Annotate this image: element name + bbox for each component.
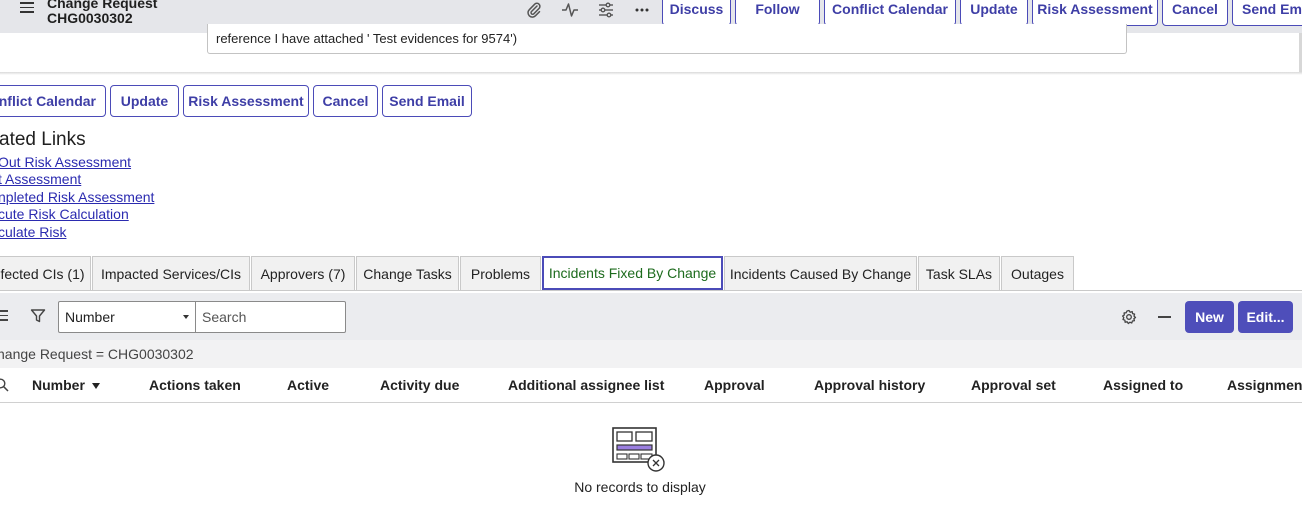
more-options-icon[interactable] xyxy=(633,1,651,19)
form-section-divider xyxy=(0,72,1302,75)
conflict-calendar-button[interactable]: Conflict Calendar xyxy=(824,0,956,26)
tab-outages[interactable]: Outages xyxy=(1001,256,1074,290)
record-number: CHG0030302 xyxy=(47,10,133,26)
column-approval-history[interactable]: Approval history xyxy=(814,377,925,393)
column-active[interactable]: Active xyxy=(287,377,329,393)
cancel-button-bottom[interactable]: Cancel xyxy=(313,85,378,117)
column-number[interactable]: Number xyxy=(32,377,100,393)
search-field-select[interactable]: Number xyxy=(58,301,196,333)
send-email-button[interactable]: Send Emai xyxy=(1232,0,1302,26)
related-link-completed-risk-assessment[interactable]: npleted Risk Assessment xyxy=(0,189,154,206)
hamburger-menu-icon[interactable] xyxy=(20,2,34,13)
related-link-risk-assessment[interactable]: t Assessment xyxy=(0,171,81,188)
filter-icon[interactable] xyxy=(30,308,46,324)
notes-textarea[interactable]: reference I have attached ' Test evidenc… xyxy=(207,24,1127,54)
paperclip-icon[interactable] xyxy=(525,1,543,19)
search-icon[interactable] xyxy=(0,378,9,392)
column-activity-due[interactable]: Activity due xyxy=(380,377,459,393)
search-input[interactable] xyxy=(196,301,346,333)
tab-incidents-caused-by-change[interactable]: Incidents Caused By Change xyxy=(724,256,917,290)
filter-breadcrumb: nange Request = CHG0030302 xyxy=(0,340,1302,368)
sort-descending-icon xyxy=(91,383,100,389)
gear-icon[interactable] xyxy=(1121,309,1137,325)
tab-approvers[interactable]: Approvers (7) xyxy=(251,256,355,290)
filter-condition[interactable]: nange Request = CHG0030302 xyxy=(0,346,194,362)
related-link-calculate-risk[interactable]: culate Risk xyxy=(0,224,66,241)
empty-list-message: No records to display xyxy=(574,479,706,495)
risk-assessment-button[interactable]: Risk Assessment xyxy=(1032,0,1158,26)
related-link-opt-out-risk-assessment[interactable]: Out Risk Assessment xyxy=(0,154,131,171)
related-links-heading: ated Links xyxy=(0,129,86,150)
cancel-button[interactable]: Cancel xyxy=(1162,0,1228,26)
column-approval-set[interactable]: Approval set xyxy=(971,377,1056,393)
column-assigned-to[interactable]: Assigned to xyxy=(1103,377,1183,393)
follow-button[interactable]: Follow xyxy=(735,0,820,26)
tab-change-tasks[interactable]: Change Tasks xyxy=(356,256,459,290)
update-button-bottom[interactable]: Update xyxy=(110,85,179,117)
tab-problems[interactable]: Problems xyxy=(460,256,541,290)
sliders-icon[interactable] xyxy=(597,1,615,19)
new-button[interactable]: New xyxy=(1185,301,1234,333)
send-email-button-bottom[interactable]: Send Email xyxy=(382,85,472,117)
tab-divider xyxy=(0,290,1302,291)
conflict-calendar-button-bottom[interactable]: onflict Calendar xyxy=(0,85,106,117)
edit-button[interactable]: Edit... xyxy=(1238,301,1293,333)
column-actions-taken[interactable]: Actions taken xyxy=(149,377,241,393)
list-menu-icon[interactable] xyxy=(0,310,8,321)
empty-list-icon xyxy=(612,427,666,473)
tab-incidents-fixed-by-change[interactable]: Incidents Fixed By Change xyxy=(542,256,723,290)
column-assignment[interactable]: Assignment xyxy=(1227,377,1302,393)
risk-assessment-button-bottom[interactable]: Risk Assessment xyxy=(183,85,309,117)
tab-task-slas[interactable]: Task SLAs xyxy=(918,256,1000,290)
column-additional-assignee-list[interactable]: Additional assignee list xyxy=(508,377,664,393)
activity-icon[interactable] xyxy=(561,1,579,19)
column-approval[interactable]: Approval xyxy=(704,377,765,393)
collapse-icon[interactable] xyxy=(1158,316,1171,318)
tab-impacted-services[interactable]: Impacted Services/CIs xyxy=(92,256,250,290)
discuss-button[interactable]: Discuss xyxy=(662,0,731,26)
related-list-tabs: fected CIs (1) Impacted Services/CIs App… xyxy=(0,256,1302,292)
chevron-down-icon xyxy=(183,315,189,319)
update-button[interactable]: Update xyxy=(960,0,1028,26)
related-link-execute-risk-calculation[interactable]: cute Risk Calculation xyxy=(0,206,129,223)
list-toolbar: Number New Edit... xyxy=(0,293,1302,340)
tab-affected-cis[interactable]: fected CIs (1) xyxy=(0,256,91,290)
list-column-headers: Number Actions taken Active Activity due… xyxy=(0,368,1302,403)
search-field-value: Number xyxy=(65,309,115,325)
